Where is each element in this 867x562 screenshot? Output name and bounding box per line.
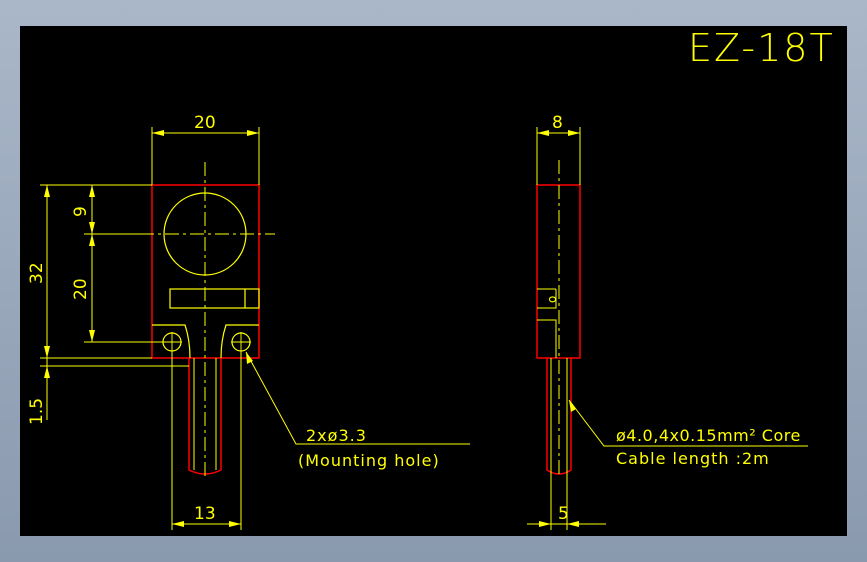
cable-note: ø4.0,4x0.15mm² Core — [616, 426, 801, 445]
cable-leader-arrow — [569, 400, 576, 412]
indicator-slot — [169, 288, 260, 309]
dim-thickness-label: 8 — [552, 113, 563, 133]
dim-thickness-lines — [536, 127, 581, 185]
drawing-title: EZ-18T — [688, 26, 835, 70]
dim-height-lines — [40, 184, 152, 359]
dim-cable-label: 5 — [558, 504, 569, 524]
dim-center-label: 9 — [71, 206, 91, 217]
hole-note-sub: (Mounting hole) — [298, 451, 440, 470]
hole-note: 2xø3.3 — [306, 426, 367, 445]
dim-height-label: 32 — [27, 262, 47, 284]
dim-holes-label: 20 — [71, 278, 91, 300]
dim-offset-arrow — [44, 366, 50, 378]
front-view: 20 32 9 20 1.5 13 2xø3.3 (Mounting hole) — [27, 113, 470, 530]
side-view: o 8 5 ø4.0,4x0.15mm² Core Cable length :… — [527, 113, 808, 530]
side-marker: o — [545, 296, 559, 303]
dim-offset-label: 1.5 — [27, 398, 47, 425]
dim-width-lines — [151, 127, 260, 185]
cable-note-sub: Cable length :2m — [616, 449, 770, 468]
dim-offset-lines — [40, 358, 189, 420]
dim-inner-lines — [84, 185, 163, 343]
hole-centerlines — [162, 332, 251, 352]
dim-stem-label: 13 — [194, 504, 216, 524]
cad-drawing: EZ-18T 20 32 9 20 1.5 13 2xø3.3 (Mountin… — [27, 26, 835, 530]
dim-width-label: 20 — [194, 113, 216, 133]
